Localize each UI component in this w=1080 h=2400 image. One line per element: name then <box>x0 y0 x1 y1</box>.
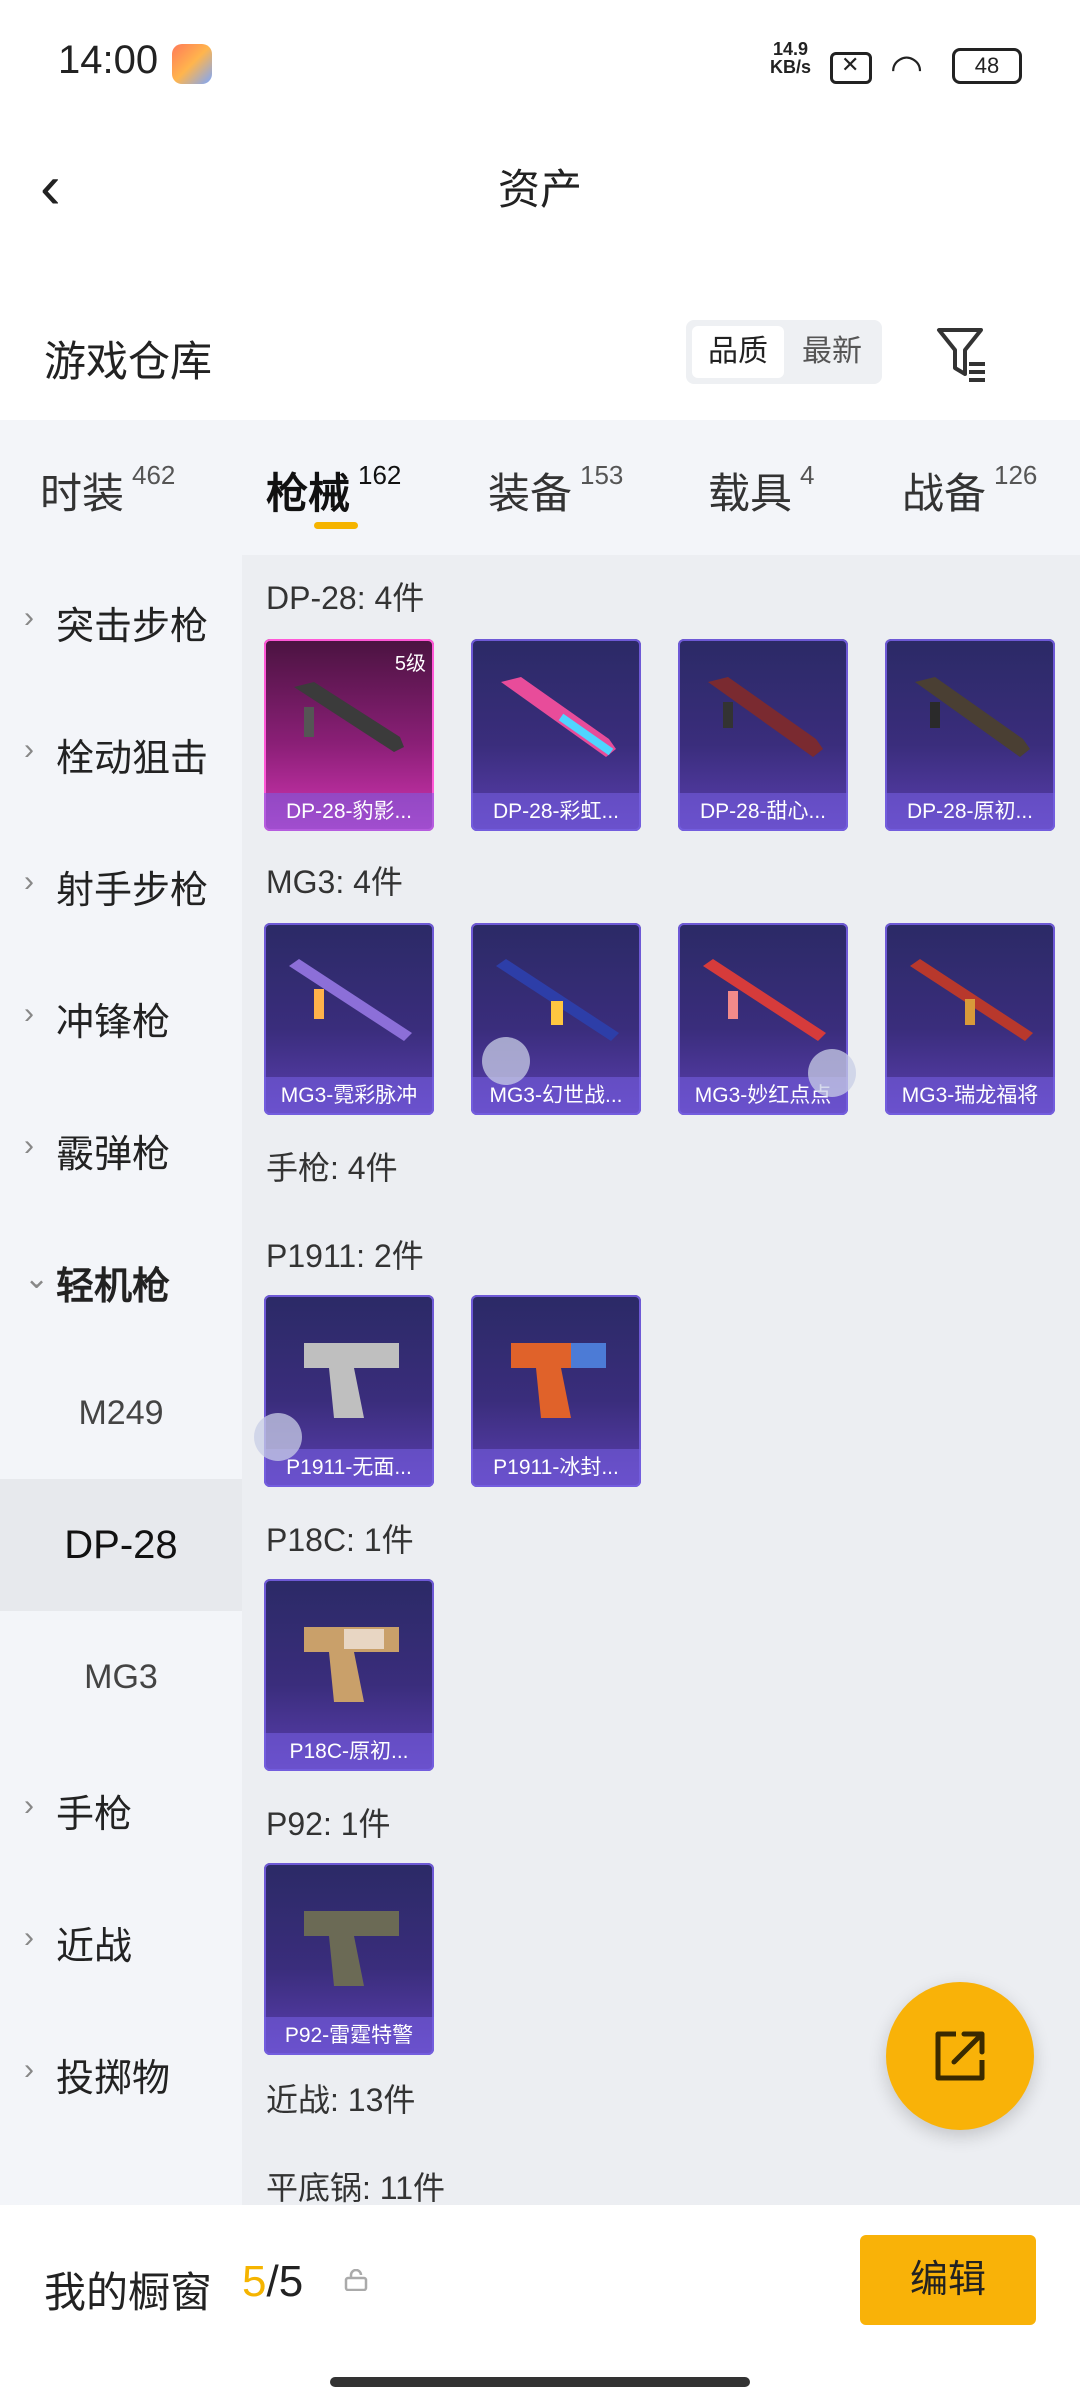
item-card[interactable]: MG3-霓彩脉冲 <box>264 923 434 1115</box>
lmg-icon <box>708 677 823 757</box>
mg3-icon <box>910 959 1033 1041</box>
tab-supplies[interactable]: 战备 126 <box>902 460 1037 521</box>
share-button[interactable] <box>886 1982 1034 2130</box>
sidebar-item-pistol[interactable]: › 手枪 <box>0 1743 242 1875</box>
item-card[interactable]: P92-雷霆特警 <box>264 1863 434 2055</box>
sidebar-item-throwable[interactable]: › 投掷物 <box>0 2007 242 2139</box>
showcase-bar: 我的橱窗 5/5 编辑 <box>0 2205 1080 2400</box>
chevron-right-icon: › <box>24 1789 34 1822</box>
tab-vehicles[interactable]: 载具 4 <box>708 460 814 521</box>
item-card[interactable]: P18C-原初... <box>264 1579 434 1771</box>
sidebar-item-assault-rifle[interactable]: › 突击步枪 <box>0 555 242 687</box>
showcase-label: 我的橱窗 <box>44 2269 213 2316</box>
sidebar-item-marksman-rifle[interactable]: › 射手步枪 <box>0 819 242 951</box>
touch-indicator <box>482 1037 530 1085</box>
chevron-right-icon: › <box>24 865 34 898</box>
pistol-icon <box>511 1343 606 1418</box>
section-title: P1911: 2件 <box>266 1238 424 1274</box>
item-card[interactable]: MG3-幻世战... <box>471 923 641 1115</box>
wifi-icon: ◠ <box>890 48 924 90</box>
filter-icon[interactable] <box>935 324 989 384</box>
touch-indicator <box>808 1049 856 1097</box>
section-title: P92: 1件 <box>266 1806 391 1842</box>
chevron-right-icon: › <box>24 2053 34 2086</box>
touch-indicator <box>254 1413 302 1461</box>
share-icon <box>935 2031 985 2081</box>
sidebar-item-lmg[interactable]: ⌄ 轻机枪 <box>0 1215 242 1347</box>
sidebar-sub-dp28[interactable]: DP-28 <box>0 1479 242 1611</box>
sort-newest-button[interactable]: 最新 <box>786 326 878 378</box>
item-card[interactable]: DP-28-彩虹... <box>471 639 641 831</box>
section-title: 平底锅: 11件 <box>266 2170 446 2205</box>
app-notification-icon <box>172 44 212 84</box>
chevron-right-icon: › <box>24 1129 34 1162</box>
lmg-icon <box>915 677 1030 757</box>
section-title: MG3: 4件 <box>266 864 403 900</box>
section-title: 手枪: 4件 <box>266 1150 398 1186</box>
item-card[interactable]: MG3-瑞龙福将 <box>885 923 1055 1115</box>
lock-icon <box>344 2269 368 2291</box>
sidebar-item-smg[interactable]: › 冲锋枪 <box>0 951 242 1083</box>
sort-toggle: 品质 最新 <box>686 320 882 384</box>
battery-icon: 48 <box>952 48 1022 84</box>
no-sim-icon <box>830 52 872 84</box>
sidebar-item-bolt-sniper[interactable]: › 栓动狙击 <box>0 687 242 819</box>
section-title: DP-28: 4件 <box>266 580 425 616</box>
chevron-right-icon: › <box>24 997 34 1030</box>
item-card[interactable]: DP-28-甜心... <box>678 639 848 831</box>
sidebar-sub-m249[interactable]: M249 <box>0 1347 242 1479</box>
home-indicator <box>330 2377 750 2387</box>
mg3-icon <box>289 959 412 1041</box>
item-card[interactable]: 5级 DP-28-豹影... <box>264 639 434 831</box>
chevron-down-icon: ⌄ <box>24 1262 50 1295</box>
pistol-icon <box>304 1627 399 1702</box>
network-speed: 14.9 KB/s <box>770 39 812 77</box>
item-card[interactable]: P1911-无面... <box>264 1295 434 1487</box>
chevron-right-icon: › <box>24 1921 34 1954</box>
item-card[interactable]: P1911-冰封... <box>471 1295 641 1487</box>
top-nav: ‹ 资产 <box>0 130 1080 240</box>
section-title: P18C: 1件 <box>266 1522 414 1558</box>
sidebar-item-shotgun[interactable]: › 霰弹枪 <box>0 1083 242 1215</box>
warehouse-row: 游戏仓库 品质 最新 <box>0 300 1080 410</box>
mg3-icon <box>703 959 826 1041</box>
chevron-right-icon: › <box>24 733 34 766</box>
lmg-icon <box>294 682 404 752</box>
tab-fashion[interactable]: 时装 462 <box>40 460 175 521</box>
item-grid: DP-28: 4件 5级 DP-28-豹影... DP-28-彩虹... DP-… <box>242 555 1080 2205</box>
section-title: 近战: 13件 <box>266 2082 416 2118</box>
page-title: 资产 <box>497 166 582 213</box>
active-tab-indicator <box>314 522 358 529</box>
sort-quality-button[interactable]: 品质 <box>692 326 784 378</box>
edit-button[interactable]: 编辑 <box>860 2235 1036 2325</box>
pistol-icon <box>304 1911 399 1986</box>
category-tabs: 时装 462 枪械 162 装备 153 载具 4 战备 126 <box>0 420 1080 555</box>
sidebar-sub-mg3[interactable]: MG3 <box>0 1611 242 1743</box>
showcase-count: 5/5 <box>242 2257 304 2306</box>
pistol-icon <box>304 1343 399 1418</box>
lmg-icon <box>501 677 616 757</box>
item-card[interactable]: DP-28-原初... <box>885 639 1055 831</box>
weapon-type-sidebar: › 突击步枪 › 栓动狙击 › 射手步枪 › 冲锋枪 › 霰弹枪 ⌄ 轻机枪 M249 DP… <box>0 555 242 2205</box>
tab-weapons[interactable]: 枪械 162 <box>266 460 401 521</box>
chevron-right-icon: › <box>24 601 34 634</box>
status-bar: 14:00 14.9 KB/s ◠ 48 <box>0 0 1080 130</box>
tab-equipment[interactable]: 装备 153 <box>488 460 623 521</box>
warehouse-title: 游戏仓库 <box>44 338 213 385</box>
status-time: 14:00 <box>58 38 159 82</box>
sidebar-item-melee[interactable]: › 近战 <box>0 1875 242 2007</box>
